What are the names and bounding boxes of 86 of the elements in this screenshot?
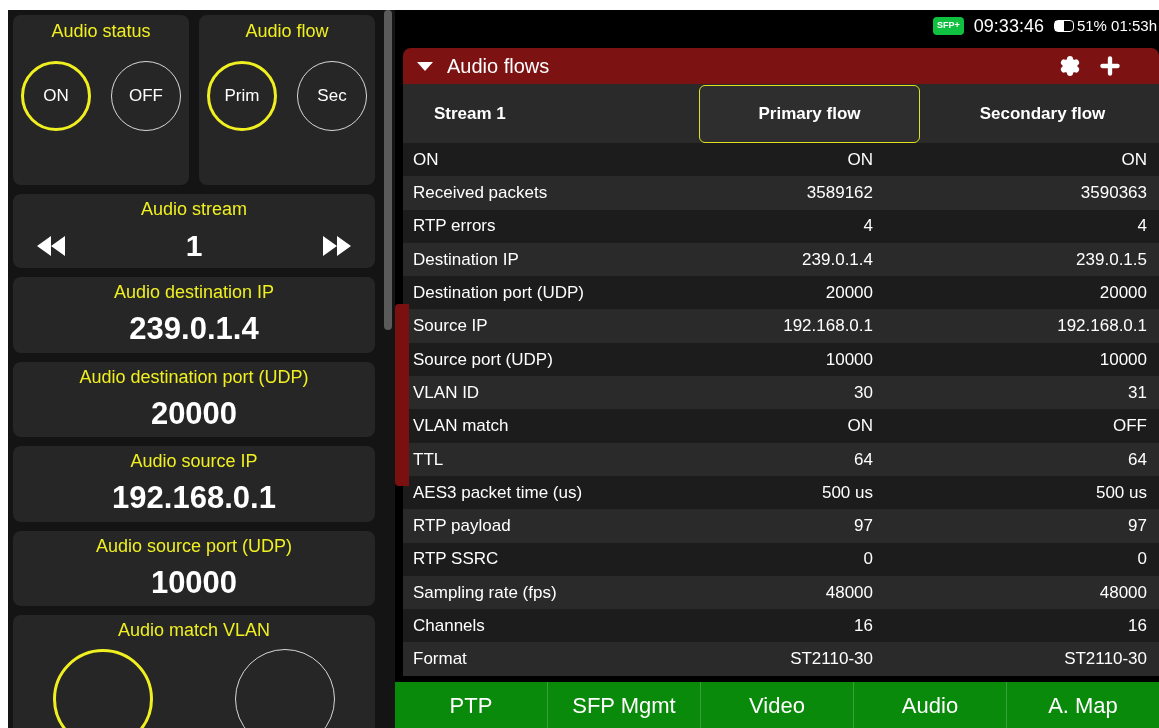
stream-number: 1 xyxy=(185,228,203,264)
table-cell-text: 16 xyxy=(853,615,873,638)
table-cell-text: 500 us xyxy=(1094,481,1148,504)
nav-tab[interactable]: SFP Mgmt xyxy=(547,682,700,728)
sfp-badge: SFP+ xyxy=(933,17,964,35)
row-label: Destination port (UDP) xyxy=(412,282,585,305)
row-label: TTL xyxy=(412,448,445,471)
table-cell-text: 3590363 xyxy=(1079,182,1148,205)
row-label: Sampling rate (fps) xyxy=(412,581,558,604)
row-label: Received packets xyxy=(412,182,549,205)
nav-tab[interactable]: Video xyxy=(700,682,853,728)
scroll-handle[interactable] xyxy=(395,304,409,486)
table-cell-text: 239.0.1.4 xyxy=(801,248,873,271)
nav-tab[interactable]: PTP xyxy=(395,682,547,728)
clock-time: 09:33:46 xyxy=(973,14,1044,38)
nav-tab[interactable]: Audio xyxy=(853,682,1006,728)
table-cell-text: 0 xyxy=(862,548,873,571)
card-title: Audio match VLAN xyxy=(117,619,271,642)
battery-status: 51% 01:53h xyxy=(1076,15,1157,36)
table-cell-text: 192.168.0.1 xyxy=(1056,315,1148,338)
toggle-option[interactable] xyxy=(53,649,153,728)
toggle-option[interactable]: Sec xyxy=(297,61,367,131)
row-label: VLAN ID xyxy=(412,381,481,404)
row-label: Source IP xyxy=(412,315,489,338)
table-cell-text: 31 xyxy=(1127,381,1148,404)
card-value: 192.168.0.1 xyxy=(112,479,276,517)
table-cell-text: 20000 xyxy=(1098,282,1148,305)
add-icon[interactable] xyxy=(1097,53,1123,79)
table-cell-text: 4 xyxy=(1136,215,1148,238)
nav-tab[interactable]: A. Map xyxy=(1006,682,1159,728)
rewind-icon xyxy=(37,235,65,256)
row-label: RTP errors xyxy=(412,215,497,238)
table-cell-text: 64 xyxy=(1127,448,1148,471)
table-cell-text: 239.0.1.5 xyxy=(1075,248,1148,271)
toggle-option[interactable]: Prim xyxy=(207,61,277,131)
column-tab[interactable]: Secondary flow xyxy=(932,84,1153,143)
column-tab[interactable]: Primary flow xyxy=(699,84,920,143)
column-tab[interactable]: Stream 1 xyxy=(403,84,693,143)
settings-icon[interactable] xyxy=(1059,55,1081,77)
toggle-option[interactable]: ON xyxy=(21,61,91,131)
row-label: Destination IP xyxy=(412,248,520,271)
panel-title: Audio flows xyxy=(447,54,550,79)
table-cell-text: 20000 xyxy=(824,282,873,305)
row-label: RTP payload xyxy=(412,515,512,538)
card-value: 10000 xyxy=(150,563,238,602)
table-cell-text: 4 xyxy=(862,215,873,238)
row-label: Channels xyxy=(412,615,486,638)
row-label: Source port (UDP) xyxy=(412,348,554,371)
table-cell-text: 0 xyxy=(1136,548,1148,571)
row-label: Format xyxy=(412,648,468,671)
fast-forward-icon xyxy=(323,235,351,256)
table-cell-text: 10000 xyxy=(1098,348,1148,371)
table-cell-text: 16 xyxy=(1127,615,1148,638)
table-cell-text: 48000 xyxy=(1098,581,1148,604)
table-cell-text: ON xyxy=(846,148,873,171)
card-title: Audio flow xyxy=(245,20,329,43)
card-title: Audio stream xyxy=(140,198,248,221)
card-title: Audio source port (UDP) xyxy=(95,534,293,558)
row-label: AES3 packet time (us) xyxy=(412,481,584,504)
table-cell-text: 97 xyxy=(853,515,873,538)
row-label: ON xyxy=(412,148,440,171)
card-title: Audio status xyxy=(51,20,151,43)
card-title: Audio destination port (UDP) xyxy=(79,365,309,389)
table-cell-text: 48000 xyxy=(824,581,873,604)
table-cell-text: 64 xyxy=(853,448,873,471)
table-cell-text: 97 xyxy=(1127,515,1148,538)
collapse-caret-icon[interactable] xyxy=(417,60,433,72)
table-cell-text: 30 xyxy=(853,381,873,404)
row-label: VLAN match xyxy=(412,415,510,438)
scrollbar-thumb[interactable] xyxy=(383,10,392,330)
table-cell-text: ST2110-30 xyxy=(789,648,873,671)
row-label: RTP SSRC xyxy=(412,548,500,571)
table-cell-text: 3589162 xyxy=(805,182,873,205)
table-cell-text: OFF xyxy=(1112,415,1148,438)
table-cell-text: ON xyxy=(846,415,873,438)
table-cell-text: ST2110-30 xyxy=(1063,648,1148,671)
card-title: Audio destination IP xyxy=(113,281,275,304)
table-cell-text: 500 us xyxy=(820,481,873,504)
card-value: 20000 xyxy=(150,394,238,433)
battery-icon xyxy=(1053,20,1074,32)
table-cell-text: 10000 xyxy=(824,348,873,371)
card-title: Audio source IP xyxy=(130,450,258,473)
card-value: 239.0.1.4 xyxy=(129,310,259,348)
table-cell-text: ON xyxy=(1120,148,1148,171)
table-cell-text: 192.168.0.1 xyxy=(782,315,873,338)
toggle-option[interactable]: OFF xyxy=(111,61,181,131)
